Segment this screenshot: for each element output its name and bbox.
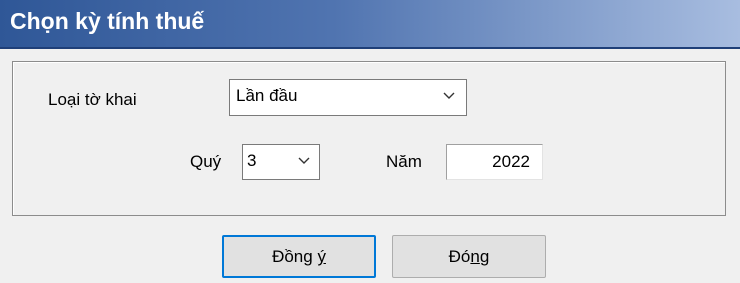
year-value: 2022 <box>492 152 530 171</box>
close-button[interactable]: Đóng <box>392 235 546 278</box>
declaration-type-value: Lần đầu <box>236 86 298 105</box>
close-accelerator: n <box>470 247 480 266</box>
close-button-label: Đó <box>448 247 471 266</box>
year-label: Năm <box>386 152 422 171</box>
quarter-select[interactable]: 3 <box>242 144 320 180</box>
quarter-label: Quý <box>190 152 222 171</box>
title-bar[interactable]: Chọn kỳ tính thuế <box>0 0 740 49</box>
ok-button[interactable]: Đồng ý <box>222 235 376 278</box>
declaration-type-select[interactable]: Lần đầu <box>229 79 467 116</box>
dialog-title: Chọn kỳ tính thuế <box>10 8 205 34</box>
chevron-down-icon[interactable] <box>297 153 311 167</box>
ok-accelerator: ý <box>317 247 326 266</box>
year-input[interactable]: 2022 <box>446 144 543 180</box>
quarter-value: 3 <box>247 151 257 170</box>
tax-period-group: Loại tờ khai Lần đầu Quý 3 Năm 2022 <box>12 61 726 216</box>
ok-button-label: Đồng <box>272 247 318 266</box>
declaration-type-label: Loại tờ khai <box>48 90 137 109</box>
close-button-label-end: g <box>479 247 490 266</box>
chevron-down-icon[interactable] <box>442 88 456 102</box>
